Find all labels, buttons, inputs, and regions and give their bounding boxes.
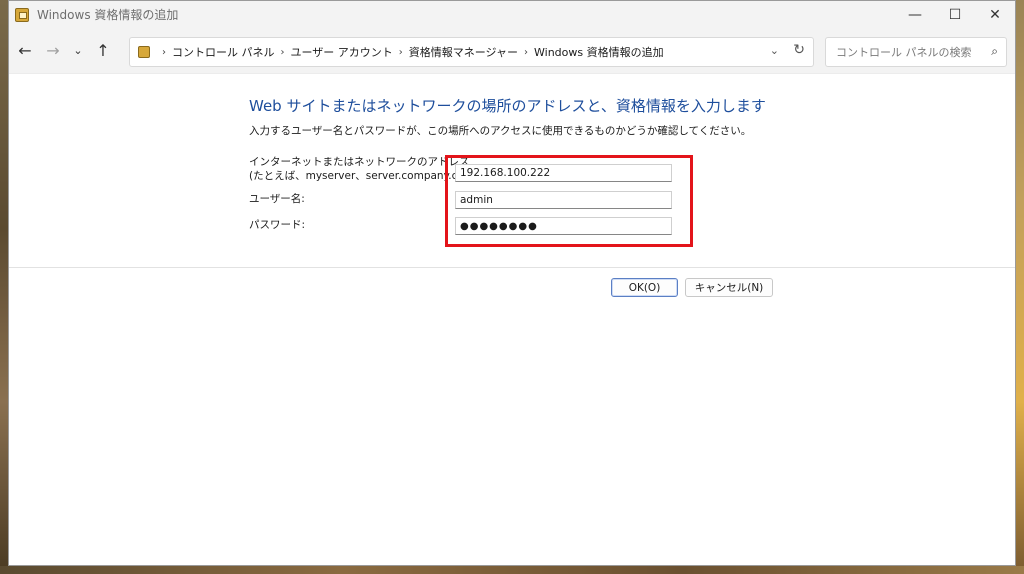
- cancel-button[interactable]: キャンセル(N): [685, 278, 773, 297]
- username-field[interactable]: [455, 191, 672, 209]
- recent-locations-chevron-icon[interactable]: ⌄: [67, 37, 89, 65]
- breadcrumb-separator[interactable]: ›: [281, 47, 285, 58]
- credential-manager-icon: [15, 7, 29, 22]
- breadcrumb-user-accounts[interactable]: ユーザー アカウント: [291, 44, 393, 60]
- breadcrumb-separator: ›: [162, 46, 166, 58]
- credential-window: Windows 資格情報の追加 — ☐ ✕ ← → ⌄ ↑ › コントロール パ…: [8, 0, 1016, 566]
- window-controls: — ☐ ✕: [895, 1, 1015, 28]
- divider: [9, 267, 1015, 268]
- maximize-button[interactable]: ☐: [935, 1, 975, 28]
- desktop-wallpaper-right: [1016, 0, 1024, 574]
- minimize-button[interactable]: —: [895, 1, 935, 28]
- breadcrumb-separator[interactable]: ›: [399, 47, 403, 58]
- up-arrow-icon[interactable]: ↑: [89, 37, 117, 65]
- address-example-label: (たとえば、myserver、server.company.com):: [249, 170, 482, 182]
- address-bar[interactable]: › コントロール パネル › ユーザー アカウント › 資格情報マネージャー ›…: [129, 37, 814, 67]
- breadcrumb-credential-manager[interactable]: 資格情報マネージャー: [409, 44, 518, 60]
- address-field[interactable]: [455, 164, 672, 182]
- back-arrow-icon[interactable]: ←: [11, 37, 39, 65]
- close-button[interactable]: ✕: [975, 1, 1015, 28]
- title-bar[interactable]: Windows 資格情報の追加 — ☐ ✕: [9, 1, 1015, 28]
- desktop-wallpaper-left: [0, 0, 8, 574]
- refresh-icon[interactable]: ↻: [793, 42, 805, 58]
- breadcrumb-add-windows-credential[interactable]: Windows 資格情報の追加: [534, 44, 664, 60]
- content-area: Web サイトまたはネットワークの場所のアドレスと、資格情報を入力します 入力す…: [9, 75, 1017, 567]
- password-field[interactable]: [455, 217, 672, 235]
- page-description: 入力するユーザー名とパスワードが、この場所へのアクセスに使用できるものかどうか確…: [249, 125, 752, 137]
- search-input[interactable]: [836, 45, 976, 59]
- search-box[interactable]: ⌕: [825, 37, 1007, 67]
- forward-arrow-icon[interactable]: →: [39, 37, 67, 65]
- search-icon[interactable]: ⌕: [991, 44, 998, 59]
- control-panel-icon: [138, 46, 150, 58]
- address-dropdown-chevron-icon[interactable]: ⌄: [770, 44, 779, 57]
- ok-button[interactable]: OK(O): [611, 278, 678, 297]
- desktop-wallpaper-bottom: [0, 566, 1024, 574]
- breadcrumb-control-panel[interactable]: コントロール パネル: [172, 44, 275, 60]
- address-label: インターネットまたはネットワークのアドレス: [249, 156, 470, 168]
- username-label: ユーザー名:: [249, 193, 305, 205]
- navigation-bar: ← → ⌄ ↑ › コントロール パネル › ユーザー アカウント › 資格情報…: [9, 28, 1015, 74]
- window-title: Windows 資格情報の追加: [37, 8, 179, 22]
- breadcrumb-separator[interactable]: ›: [524, 47, 528, 58]
- password-label: パスワード:: [249, 219, 306, 231]
- page-title: Web サイトまたはネットワークの場所のアドレスと、資格情報を入力します: [249, 97, 766, 115]
